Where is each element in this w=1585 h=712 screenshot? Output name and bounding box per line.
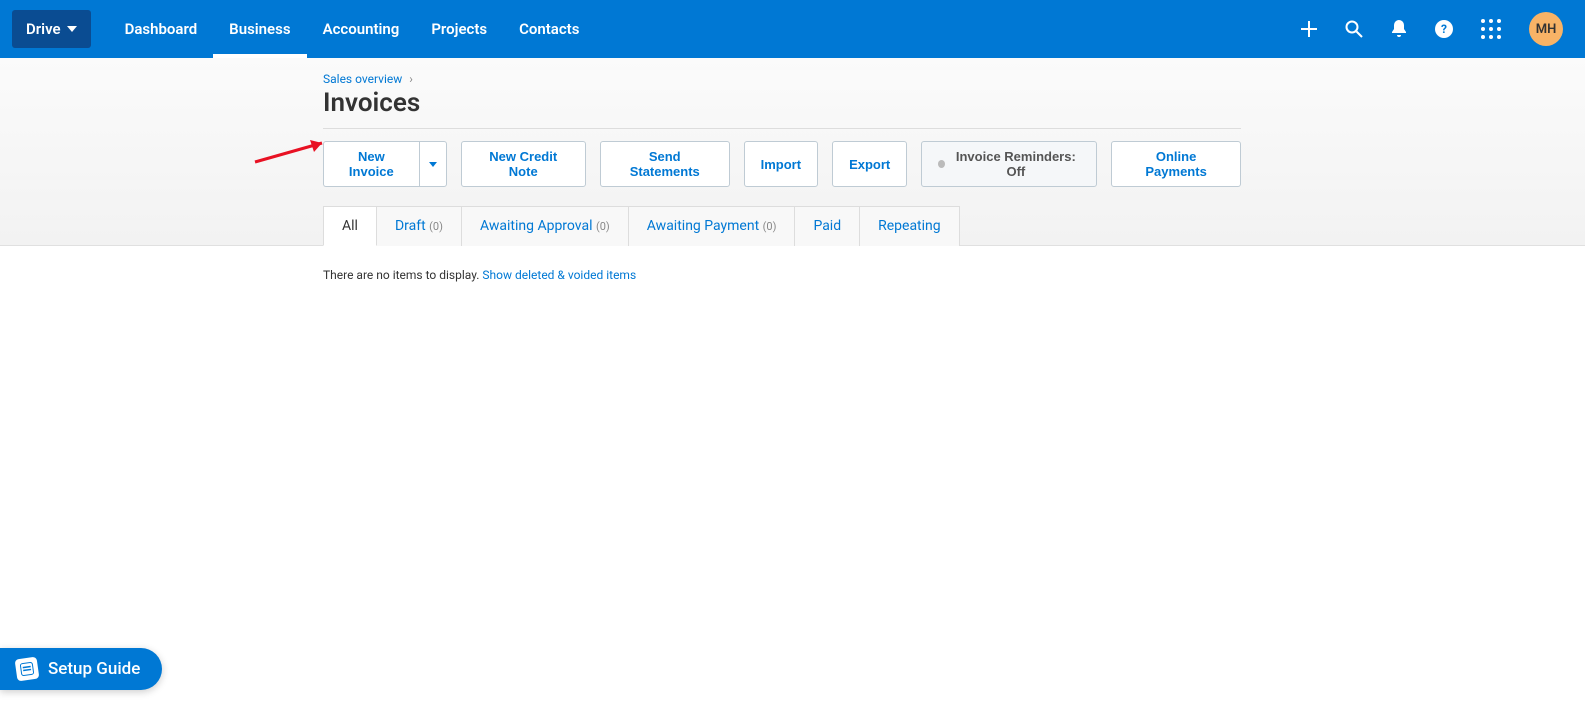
help-icon[interactable]: ? xyxy=(1435,20,1453,38)
new-invoice-button[interactable]: New Invoice xyxy=(323,141,419,187)
tab-all[interactable]: All xyxy=(323,206,377,246)
breadcrumb-parent[interactable]: Sales overview xyxy=(323,72,402,86)
export-button[interactable]: Export xyxy=(832,141,907,187)
import-button[interactable]: Import xyxy=(744,141,818,187)
tab-draft-count: (0) xyxy=(429,220,443,233)
nav-contacts[interactable]: Contacts xyxy=(503,0,595,58)
tab-awaiting-payment[interactable]: Awaiting Payment (0) xyxy=(629,206,796,246)
send-statements-button[interactable]: Send Statements xyxy=(600,141,730,187)
header-right-actions: ? MH xyxy=(1301,12,1585,46)
nav-dashboard[interactable]: Dashboard xyxy=(109,0,214,58)
tab-awaiting-payment-label: Awaiting Payment xyxy=(647,218,759,234)
bell-icon[interactable] xyxy=(1391,20,1407,38)
divider xyxy=(323,128,1241,129)
apps-icon[interactable] xyxy=(1481,19,1501,39)
tab-paid[interactable]: Paid xyxy=(795,206,860,246)
nav-projects[interactable]: Projects xyxy=(415,0,503,58)
action-bar: New Invoice New Credit Note Send Stateme… xyxy=(323,141,1241,187)
svg-text:?: ? xyxy=(1441,22,1447,36)
org-name: Drive xyxy=(26,20,61,38)
invoice-reminders-label: Invoice Reminders: Off xyxy=(951,149,1080,179)
tab-draft[interactable]: Draft (0) xyxy=(377,206,462,246)
status-dot-icon xyxy=(938,160,945,168)
new-invoice-group: New Invoice xyxy=(323,141,447,187)
nav-accounting[interactable]: Accounting xyxy=(307,0,416,58)
breadcrumb: Sales overview › xyxy=(323,72,1241,86)
caret-down-icon xyxy=(429,162,437,167)
chevron-down-icon xyxy=(67,26,77,32)
setup-guide-label: Setup Guide xyxy=(48,659,140,679)
online-payments-button[interactable]: Online Payments xyxy=(1111,141,1241,187)
avatar[interactable]: MH xyxy=(1529,12,1563,46)
page-subheader: Sales overview › Invoices New Invoice Ne… xyxy=(0,58,1585,246)
nav-business[interactable]: Business xyxy=(213,0,306,58)
empty-text: There are no items to display. xyxy=(323,268,482,282)
content-area: There are no items to display. Show dele… xyxy=(323,246,1241,282)
app-header: Drive Dashboard Business Accounting Proj… xyxy=(0,0,1585,58)
new-credit-note-button[interactable]: New Credit Note xyxy=(461,141,586,187)
org-switcher[interactable]: Drive xyxy=(12,10,91,48)
tab-repeating[interactable]: Repeating xyxy=(860,206,960,246)
show-deleted-link[interactable]: Show deleted & voided items xyxy=(482,268,636,282)
page-title: Invoices xyxy=(323,88,1241,118)
primary-nav: Dashboard Business Accounting Projects C… xyxy=(109,0,596,58)
add-icon[interactable] xyxy=(1301,21,1317,37)
breadcrumb-separator: › xyxy=(409,72,413,86)
search-icon[interactable] xyxy=(1345,20,1363,38)
tab-awaiting-approval-count: (0) xyxy=(596,220,610,233)
setup-guide-button[interactable]: Setup Guide xyxy=(0,648,162,690)
tab-draft-label: Draft xyxy=(395,218,426,234)
tab-awaiting-payment-count: (0) xyxy=(763,220,777,233)
new-invoice-dropdown[interactable] xyxy=(419,141,447,187)
tab-awaiting-approval[interactable]: Awaiting Approval (0) xyxy=(462,206,629,246)
empty-state: There are no items to display. Show dele… xyxy=(323,268,1241,282)
invoice-tabs: All Draft (0) Awaiting Approval (0) Awai… xyxy=(323,205,1241,245)
tab-awaiting-approval-label: Awaiting Approval xyxy=(480,218,593,234)
invoice-reminders-button[interactable]: Invoice Reminders: Off xyxy=(921,141,1097,187)
setup-guide-icon xyxy=(15,657,40,682)
